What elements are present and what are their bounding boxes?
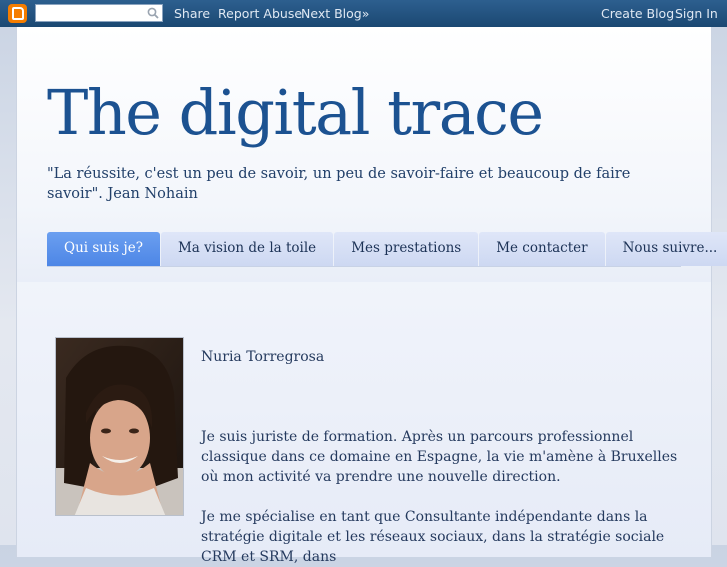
- tab-nous-suivre[interactable]: Nous suivre...: [605, 232, 727, 266]
- post-paragraph: Je suis juriste de formation. Après un p…: [201, 429, 678, 485]
- report-abuse-link[interactable]: Report Abuse: [218, 6, 302, 21]
- tab-mes-prestations[interactable]: Mes prestations: [334, 232, 479, 266]
- blogger-navbar: Share Report Abuse Next Blog» Create Blo…: [0, 0, 727, 27]
- tab-qui-suis-je[interactable]: Qui suis je?: [47, 232, 160, 266]
- page-tabs: Qui suis je? Ma vision de la toile Mes p…: [47, 232, 727, 266]
- profile-photo: [55, 337, 184, 516]
- post-paragraph: Je me spécialise en tant que Consultante…: [201, 509, 665, 565]
- search-icon[interactable]: [147, 7, 159, 19]
- sign-in-link[interactable]: Sign In: [675, 6, 718, 21]
- post-body: Nuria Torregrosa Je suis juriste de form…: [201, 347, 691, 567]
- tabs-divider: [47, 266, 681, 267]
- blog-title[interactable]: The digital trace: [47, 79, 544, 147]
- search-input[interactable]: [35, 4, 163, 22]
- blog-description: "La réussite, c'est un peu de savoir, un…: [47, 166, 631, 202]
- author-name: Nuria Torregrosa: [201, 349, 325, 365]
- share-link[interactable]: Share: [174, 6, 210, 21]
- next-blog-link[interactable]: Next Blog»: [301, 6, 369, 21]
- blog-container: The digital trace "La réussite, c'est un…: [16, 27, 727, 565]
- blogger-logo-icon[interactable]: [8, 4, 27, 23]
- tab-me-contacter[interactable]: Me contacter: [479, 232, 605, 266]
- create-blog-link[interactable]: Create Blog: [601, 6, 674, 21]
- tab-ma-vision[interactable]: Ma vision de la toile: [160, 232, 334, 266]
